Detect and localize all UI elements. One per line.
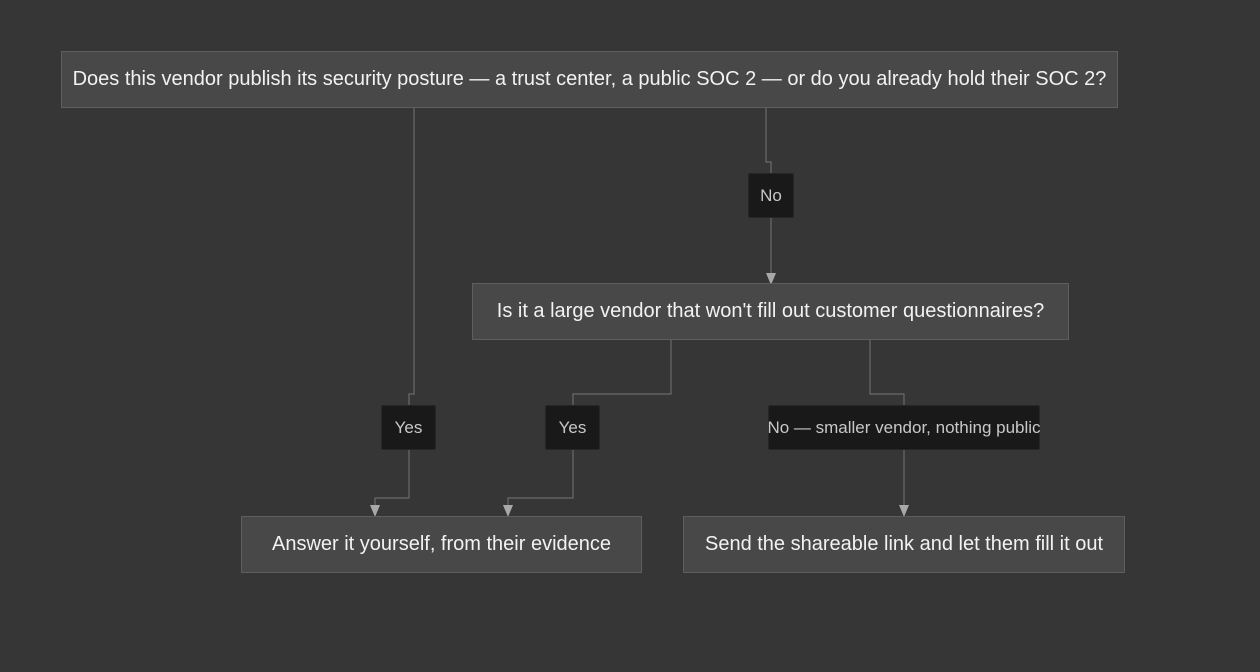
outcome-node-answer-yourself: Answer it yourself, from their evidence	[241, 516, 642, 573]
decision-node-large-vendor: Is it a large vendor that won't fill out…	[472, 283, 1069, 340]
edge-q2-no	[869, 340, 905, 405]
decision-node-publishes-security-posture: Does this vendor publish its security po…	[61, 51, 1118, 108]
edge-label-yes-large-vendor: Yes	[545, 405, 600, 450]
flowchart-canvas: Does this vendor publish its security po…	[0, 0, 1260, 672]
edge-label-text: No — smaller vendor, nothing public	[767, 417, 1041, 437]
edge-q2-yes	[572, 340, 672, 405]
outcome-node-text: Send the shareable link and let them fil…	[704, 533, 1104, 555]
decision-node-text: Does this vendor publish its security po…	[72, 68, 1107, 90]
edge-q1-no	[765, 108, 772, 173]
edge-yes2-to-answer	[507, 450, 574, 507]
decision-node-text: Is it a large vendor that won't fill out…	[496, 300, 1045, 322]
edge-label-text: Yes	[394, 417, 423, 437]
edge-label-yes-publishes: Yes	[381, 405, 436, 450]
edge-yes1-to-answer	[374, 450, 410, 507]
edge-label-no: No	[748, 173, 794, 218]
edge-label-text: Yes	[558, 417, 587, 437]
edge-q1-yes	[408, 108, 415, 405]
outcome-node-send-link: Send the shareable link and let them fil…	[683, 516, 1125, 573]
edge-label-text: No	[760, 185, 782, 205]
outcome-node-text: Answer it yourself, from their evidence	[271, 533, 612, 555]
edge-label-no-smaller-vendor: No — smaller vendor, nothing public	[767, 405, 1041, 450]
